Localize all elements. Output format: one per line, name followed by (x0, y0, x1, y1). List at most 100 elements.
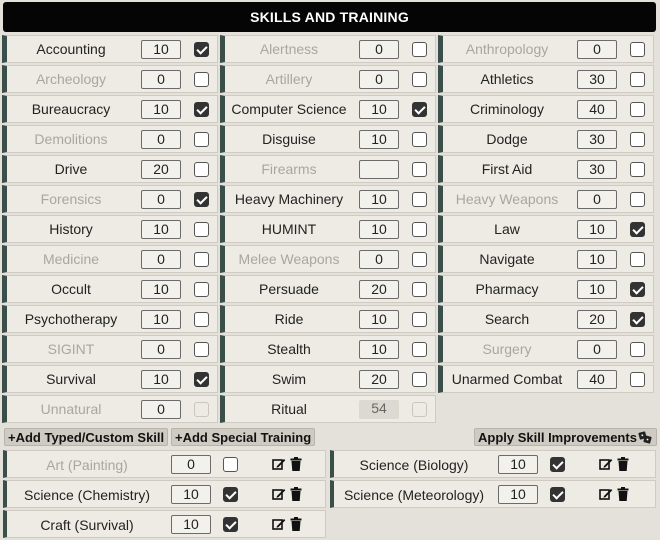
skill-value-input[interactable]: 10 (141, 280, 181, 299)
trash-icon[interactable] (617, 457, 629, 471)
typed-skill-failure-checkbox[interactable] (223, 457, 238, 472)
skill-value-input[interactable]: 20 (141, 160, 181, 179)
skill-failure-checkbox[interactable] (194, 282, 209, 297)
skill-name[interactable]: Unarmed Combat (443, 371, 571, 387)
skill-value-input[interactable]: 0 (141, 130, 181, 149)
skill-value-input[interactable]: 10 (141, 40, 181, 59)
skill-failure-checkbox[interactable] (630, 72, 645, 87)
skill-failure-checkbox[interactable] (412, 162, 427, 177)
skill-failure-checkbox[interactable] (630, 342, 645, 357)
skill-value-input[interactable]: 0 (141, 190, 181, 209)
skill-value-input[interactable] (359, 160, 399, 179)
skill-value-input[interactable]: 10 (359, 130, 399, 149)
skill-name[interactable]: Firearms (225, 161, 353, 177)
skill-value-input[interactable]: 10 (141, 310, 181, 329)
skill-failure-checkbox[interactable] (194, 312, 209, 327)
skill-failure-checkbox[interactable] (194, 132, 209, 147)
edit-icon[interactable] (272, 488, 286, 501)
skill-value-input[interactable]: 20 (359, 280, 399, 299)
typed-skill-value-input[interactable]: 10 (171, 515, 211, 534)
skill-failure-checkbox[interactable] (194, 372, 209, 387)
skill-value-input[interactable]: 10 (359, 190, 399, 209)
skill-name[interactable]: Ride (225, 311, 353, 327)
skill-name[interactable]: Swim (225, 371, 353, 387)
skill-name[interactable]: Melee Weapons (225, 251, 353, 267)
skill-value-input[interactable]: 20 (577, 310, 617, 329)
skill-failure-checkbox[interactable] (630, 222, 645, 237)
edit-icon[interactable] (599, 488, 613, 501)
skill-name[interactable]: Occult (7, 281, 135, 297)
skill-failure-checkbox[interactable] (412, 372, 427, 387)
skill-failure-checkbox[interactable] (630, 42, 645, 57)
skill-failure-checkbox[interactable] (412, 42, 427, 57)
skill-failure-checkbox[interactable] (412, 72, 427, 87)
add-special-training-button[interactable]: +Add Special Training (171, 428, 316, 446)
skill-value-input[interactable]: 30 (577, 70, 617, 89)
skill-name[interactable]: Demolitions (7, 131, 135, 147)
typed-skill-name[interactable]: Art (Painting) (7, 457, 167, 473)
edit-icon[interactable] (272, 458, 286, 471)
skill-value-input[interactable]: 0 (359, 250, 399, 269)
typed-skill-value-input[interactable]: 10 (498, 485, 538, 504)
skill-name[interactable]: Dodge (443, 131, 571, 147)
skill-name[interactable]: Medicine (7, 251, 135, 267)
typed-skill-failure-checkbox[interactable] (550, 487, 565, 502)
add-typed-skill-button[interactable]: +Add Typed/Custom Skill (4, 428, 169, 446)
skill-name[interactable]: Persuade (225, 281, 353, 297)
skill-failure-checkbox[interactable] (194, 342, 209, 357)
typed-skill-name[interactable]: Science (Biology) (334, 457, 494, 473)
skill-failure-checkbox[interactable] (194, 252, 209, 267)
skill-name[interactable]: Athletics (443, 71, 571, 87)
skill-value-input[interactable]: 40 (577, 370, 617, 389)
skill-value-input[interactable]: 10 (141, 100, 181, 119)
skill-name[interactable]: Law (443, 221, 571, 237)
skill-failure-checkbox[interactable] (412, 312, 427, 327)
skill-failure-checkbox[interactable] (630, 132, 645, 147)
skill-value-input[interactable]: 10 (141, 370, 181, 389)
skill-value-input[interactable]: 0 (141, 250, 181, 269)
skill-name[interactable]: Heavy Weapons (443, 191, 571, 207)
typed-skill-failure-checkbox[interactable] (550, 457, 565, 472)
skill-name[interactable]: Pharmacy (443, 281, 571, 297)
skill-value-input[interactable]: 10 (577, 220, 617, 239)
skill-name[interactable]: Ritual (225, 401, 353, 417)
skill-value-input[interactable]: 0 (141, 400, 181, 419)
skill-value-input[interactable]: 40 (577, 100, 617, 119)
skill-name[interactable]: Bureaucracy (7, 101, 135, 117)
skill-failure-checkbox[interactable] (630, 252, 645, 267)
skill-value-input[interactable]: 10 (359, 100, 399, 119)
skill-failure-checkbox[interactable] (412, 252, 427, 267)
apply-skill-improvements-button[interactable]: Apply Skill Improvements (474, 428, 657, 446)
skill-name[interactable]: First Aid (443, 161, 571, 177)
typed-skill-name[interactable]: Science (Meteorology) (334, 487, 494, 503)
skill-name[interactable]: HUMINT (225, 221, 353, 237)
skill-value-input[interactable]: 30 (577, 130, 617, 149)
skill-name[interactable]: Disguise (225, 131, 353, 147)
typed-skill-value-input[interactable]: 0 (171, 455, 211, 474)
typed-skill-name[interactable]: Craft (Survival) (7, 517, 167, 533)
skill-value-input[interactable]: 20 (359, 370, 399, 389)
skill-value-input[interactable]: 0 (141, 340, 181, 359)
skill-failure-checkbox[interactable] (412, 132, 427, 147)
typed-skill-value-input[interactable]: 10 (171, 485, 211, 504)
skill-failure-checkbox[interactable] (194, 42, 209, 57)
skill-failure-checkbox[interactable] (194, 72, 209, 87)
skill-failure-checkbox[interactable] (194, 102, 209, 117)
skill-value-input[interactable]: 10 (577, 250, 617, 269)
edit-icon[interactable] (599, 458, 613, 471)
skill-value-input[interactable]: 0 (141, 70, 181, 89)
skill-value-input[interactable]: 0 (577, 340, 617, 359)
skill-name[interactable]: Survival (7, 371, 135, 387)
skill-name[interactable]: Unnatural (7, 401, 135, 417)
skill-failure-checkbox[interactable] (630, 192, 645, 207)
typed-skill-value-input[interactable]: 10 (498, 455, 538, 474)
skill-value-input[interactable]: 30 (577, 160, 617, 179)
typed-skill-name[interactable]: Science (Chemistry) (7, 487, 167, 503)
skill-name[interactable]: Computer Science (225, 101, 353, 117)
skill-failure-checkbox[interactable] (630, 372, 645, 387)
skill-failure-checkbox[interactable] (412, 192, 427, 207)
skill-name[interactable]: Surgery (443, 341, 571, 357)
skill-failure-checkbox[interactable] (194, 222, 209, 237)
skill-name[interactable]: Drive (7, 161, 135, 177)
typed-skill-failure-checkbox[interactable] (223, 487, 238, 502)
